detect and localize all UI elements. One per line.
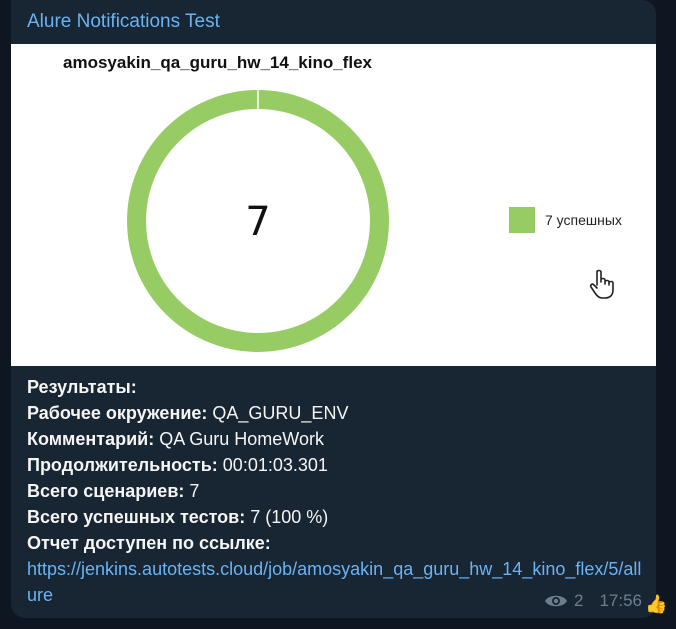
hand-cursor-icon — [589, 269, 614, 299]
message-time: 17:56 — [599, 591, 642, 610]
chart-svg: 7 — [127, 90, 389, 352]
donut-center-label: 7 — [245, 199, 270, 245]
thumbs-up-icon[interactable]: 👍 — [645, 594, 667, 615]
channel-name[interactable]: Alure Notifications Test — [27, 11, 220, 33]
legend-label: 7 успешных — [545, 212, 622, 228]
message-meta: 2 17:56 — [544, 591, 642, 611]
duration-line: Продолжительность: 00:01:03.301 — [27, 455, 328, 475]
message-text: Результаты: Рабочее окружение: QA_GURU_E… — [27, 374, 647, 608]
report-label: Отчет доступен по ссылке: — [27, 533, 271, 553]
legend-swatch — [509, 207, 535, 233]
env-line: Рабочее окружение: QA_GURU_ENV — [27, 403, 349, 423]
results-title: Результаты: — [27, 377, 137, 397]
scenarios-line: Всего сценариев: 7 — [27, 481, 200, 501]
message-bubble: Alure Notifications Test amosyakin_qa_gu… — [11, 0, 656, 618]
chart-legend: 7 успешных — [509, 207, 622, 233]
comment-line: Комментарий: QA Guru HomeWork — [27, 429, 324, 449]
chart-image[interactable]: amosyakin_qa_guru_hw_14_kino_flex 7 7 ус… — [11, 44, 656, 366]
passed-line: Всего успешных тестов: 7 (100 %) — [27, 507, 329, 527]
eye-icon — [544, 595, 567, 607]
view-count: 2 — [573, 591, 584, 610]
